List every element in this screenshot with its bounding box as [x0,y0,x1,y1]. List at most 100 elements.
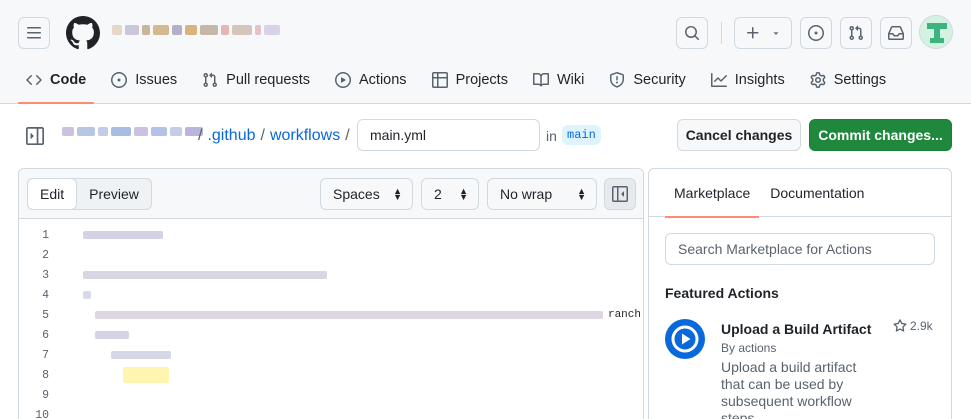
tab-label: Pull requests [226,72,310,88]
user-avatar[interactable] [919,15,953,49]
redacted-code [111,351,171,359]
shield-icon [610,72,625,88]
star-count-value: 2.9k [910,319,933,333]
wrap-mode-value: No wrap [500,186,553,202]
tab-insights[interactable]: Insights [703,64,793,96]
toggle-panel-button[interactable] [604,178,636,210]
menu-button[interactable] [18,17,50,49]
tab-edit[interactable]: Edit [27,178,78,210]
code-line: 3 [19,265,643,285]
breadcrumb-separator: / [198,127,203,144]
tab-label: Insights [734,72,785,88]
caret-down-icon [773,32,779,35]
breadcrumb: / .github / workflows / [198,124,355,148]
tab-label: Security [633,72,686,88]
breadcrumb-workflows[interactable]: workflows [270,127,340,145]
marketplace-search-input[interactable] [665,233,935,265]
repo-name-redacted[interactable] [112,25,280,37]
header-divider [721,22,722,44]
tab-actions[interactable]: Actions [327,64,415,96]
tab-security[interactable]: Security [601,64,693,96]
redacted-code [83,231,163,239]
cancel-changes-button[interactable]: Cancel changes [677,119,801,151]
code-line: 6 [19,325,643,345]
tab-label: Settings [833,72,887,88]
line-number: 3 [42,268,49,282]
line-number: 10 [35,408,49,419]
tab-settings[interactable]: Settings [802,64,894,96]
inbox-button[interactable] [880,17,912,49]
code-editor: Edit Preview Spaces ▲ ▼ 2 ▲ ▼ No wrap ▲ ▼ 1… [18,168,644,419]
wrap-mode-select[interactable]: No wrap ▲ ▼ [487,178,597,210]
graph-icon [710,73,727,87]
global-header: Code Issues Pull requests Actions Projec… [0,0,971,104]
tab-projects[interactable]: Projects [424,64,516,96]
indent-mode-select[interactable]: Spaces ▲ ▼ [320,178,413,210]
tab-issues[interactable]: Issues [103,64,185,96]
filename-input[interactable] [357,119,540,151]
code-text: ranch [607,309,641,321]
line-number: 8 [42,368,49,382]
star-icon [893,319,907,332]
action-description: Upload a build artifact that can be used… [721,359,857,419]
action-author: By actions [721,341,777,355]
redacted-code [83,271,327,279]
tab-label: Issues [135,72,178,88]
code-line: 2 [19,245,643,265]
create-new-button[interactable] [734,17,792,49]
issue-opened-icon [111,72,128,88]
git-pull-request-icon [849,25,864,41]
code-line: 8 [19,365,643,385]
edit-preview-tabs: Edit Preview [27,178,152,210]
line-number: 9 [42,388,49,402]
issue-opened-icon [808,25,824,41]
tab-wiki[interactable]: Wiki [525,64,592,96]
tab-label: Actions [359,72,407,88]
redacted-code-highlighted [123,367,169,383]
select-arrows-icon: ▲ ▼ [577,186,586,202]
inbox-icon [888,26,904,40]
issues-button[interactable] [800,17,832,49]
select-arrows-icon: ▲ ▼ [393,186,402,202]
search-icon [685,26,700,41]
line-number: 6 [42,328,49,342]
panel-tabs: Marketplace Documentation [649,169,951,218]
breadcrumb-github[interactable]: .github [207,127,255,145]
github-logo-icon[interactable] [66,16,100,50]
tab-label: Projects [455,72,508,88]
tab-pull-requests[interactable]: Pull requests [194,64,318,96]
plus-icon [747,27,759,39]
code-line: 7 [19,345,643,365]
sidebar-expand-icon[interactable] [26,127,44,145]
search-button[interactable] [676,17,708,49]
gear-icon [810,72,826,88]
code-line: 1 [19,225,643,245]
code-line: 10 [19,405,643,419]
pull-requests-button[interactable] [840,17,872,49]
indent-size-select[interactable]: 2 ▲ ▼ [421,178,479,210]
code-line: 9 [19,385,643,405]
indent-mode-value: Spaces [333,186,380,202]
tab-code[interactable]: Code [18,64,95,104]
code-line: 4 [19,285,643,305]
hamburger-icon [27,27,41,39]
play-icon [665,319,705,359]
in-label: in [546,128,557,144]
redacted-code [95,331,129,339]
tab-label: Wiki [556,72,585,88]
repo-crumb-redacted[interactable] [62,127,203,137]
action-title[interactable]: Upload a Build Artifact [721,321,871,337]
identicon-icon [920,16,952,48]
tab-label: Code [50,72,87,88]
select-arrows-icon: ▲ ▼ [459,186,468,202]
tab-preview[interactable]: Preview [77,179,151,209]
indent-size-value: 2 [434,186,442,202]
code-lines[interactable]: 1 2 3 4 5 ranch 6 7 8 9 10 [19,225,643,419]
sidebar-collapse-icon [612,186,628,202]
tab-marketplace[interactable]: Marketplace [665,169,760,218]
table-icon [431,72,448,88]
commit-changes-button[interactable]: Commit changes... [809,119,952,151]
tab-documentation[interactable]: Documentation [761,169,873,217]
breadcrumb-separator: / [345,127,350,144]
redacted-code [95,311,603,319]
